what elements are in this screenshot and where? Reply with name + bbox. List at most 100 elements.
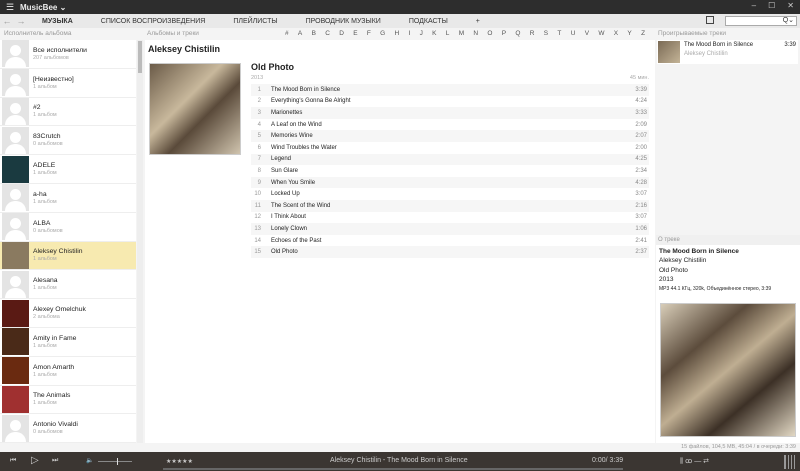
artist-item[interactable]: a-ha 1 альбом [0, 184, 136, 213]
alpha-letter[interactable]: K [432, 28, 436, 40]
alpha-letter[interactable]: P [502, 28, 506, 40]
alpha-letter[interactable]: E [353, 28, 357, 40]
alpha-letter[interactable]: X [614, 28, 618, 40]
tab-music-explorer[interactable]: ПРОВОДНИК МУЗЫКИ [292, 18, 395, 25]
alpha-letter[interactable]: R [530, 28, 535, 40]
alpha-letter[interactable]: M [459, 28, 464, 40]
artist-item[interactable]: ALBA 0 альбомов [0, 213, 136, 242]
albums-header: Альбомы и треки [147, 30, 199, 37]
volume-slider[interactable] [98, 458, 132, 465]
artist-item[interactable]: The Animals 1 альбом [0, 385, 136, 415]
rating-stars[interactable]: ★★★★★ [166, 458, 193, 465]
layout-icon[interactable] [706, 16, 714, 24]
artist-item[interactable]: 83Crutch 0 альбомов [0, 126, 136, 156]
album-count: 1 альбом [33, 256, 57, 263]
tab-podcasts[interactable]: ПОДКАСТЫ [395, 18, 462, 25]
search-input[interactable]: Q⌄ [725, 16, 797, 26]
alpha-letter[interactable]: O [487, 28, 492, 40]
alpha-letter[interactable]: G [380, 28, 385, 40]
alpha-letter[interactable]: Y [627, 28, 631, 40]
artist-item[interactable]: ADELE 1 альбом [0, 155, 136, 184]
maximize-button[interactable]: ☐ [768, 1, 775, 10]
track-title: When You Smile [271, 179, 316, 186]
track-row[interactable]: 6 Wind Troubles the Water 2:00 [251, 142, 649, 154]
app-menu[interactable]: MusicBee ⌄ [20, 3, 66, 12]
alpha-letter[interactable]: C [325, 28, 330, 40]
artist-item[interactable]: Alexey Omelchuk 2 альбома [0, 299, 136, 328]
equalizer-icon[interactable] [784, 455, 796, 469]
track-duration: 2:41 [635, 237, 647, 244]
artist-name: Amon Amarth [33, 363, 75, 371]
track-row[interactable]: 7 Legend 4:25 [251, 153, 649, 166]
close-button[interactable]: ✕ [787, 1, 794, 10]
playback-controls-icons[interactable]: ⫼ ꝏ — ⇄ [680, 457, 709, 466]
artist-list: Все исполнители 207 альбомов [Неизвестно] 1… [0, 40, 136, 444]
alpha-letter[interactable]: F [367, 28, 371, 40]
alpha-letter[interactable]: J [420, 28, 423, 40]
track-row[interactable]: 15 Old Photo 2:37 [251, 246, 649, 258]
progress-bar[interactable] [163, 468, 623, 470]
alpha-letter[interactable]: B [312, 28, 316, 40]
tab-now-playing-list[interactable]: СПИСОК ВОСПРОИЗВЕДЕНИЯ [87, 18, 220, 25]
alpha-letter[interactable]: T [557, 28, 561, 40]
track-row[interactable]: 2 Everything's Gonna Be Alright 4:24 [251, 96, 649, 108]
player-bar: ⏮ ▷ ⏭ 🔈 ★★★★★ Aleksey Chistilin - The Mo… [0, 452, 800, 471]
alpha-letter[interactable]: Z [641, 28, 645, 40]
artist-name: ALBA [33, 219, 51, 227]
alpha-letter[interactable]: I [408, 28, 410, 40]
artist-item[interactable]: Aleksey Chistilin 1 альбом [0, 241, 136, 271]
back-arrow-icon[interactable]: ← [0, 16, 14, 26]
track-row[interactable]: 10 Locked Up 3:07 [251, 188, 649, 200]
search-icon[interactable]: Q⌄ [783, 17, 794, 24]
next-icon[interactable]: ⏭ [52, 457, 58, 465]
alpha-letter[interactable]: A [298, 28, 302, 40]
alpha-letter[interactable]: W [598, 28, 604, 40]
track-row[interactable]: 13 Lonely Clown 1:06 [251, 223, 649, 235]
track-row[interactable]: 3 Marionettes 3:33 [251, 107, 649, 119]
minimize-button[interactable]: – [752, 1, 756, 10]
tab-music[interactable]: МУЗЫКА [28, 18, 87, 25]
track-row[interactable]: 11 The Scent of the Wind 2:16 [251, 199, 649, 212]
alpha-letter[interactable]: N [473, 28, 478, 40]
album-cover[interactable] [149, 63, 241, 155]
tab-playlists[interactable]: ПЛЕЙЛИСТЫ [219, 18, 291, 25]
track-row[interactable]: 8 Sun Glare 2:34 [251, 165, 649, 177]
menu-icon[interactable]: ☰ [0, 2, 20, 13]
now-playing-title: The Mood Born in Silence [684, 42, 754, 48]
album-count: 1 альбом [33, 342, 57, 349]
track-duration: 2:34 [635, 167, 647, 174]
track-row[interactable]: 12 I Think About 3:07 [251, 212, 649, 224]
track-row[interactable]: 4 A Leaf on the Wind 2:09 [251, 119, 649, 131]
track-row[interactable]: 9 When You Smile 4:28 [251, 176, 649, 189]
alpha-letter[interactable]: V [585, 28, 589, 40]
artist-item[interactable]: Alesana 1 альбом [0, 270, 136, 300]
alpha-letter[interactable]: S [544, 28, 548, 40]
track-number: 1 [257, 86, 261, 93]
alpha-letter[interactable]: # [285, 28, 289, 40]
artist-item[interactable]: Все исполнители 207 альбомов [0, 40, 136, 69]
alpha-letter[interactable]: D [339, 28, 344, 40]
add-tab-button[interactable]: + [462, 18, 494, 25]
play-icon[interactable]: ▷ [31, 455, 39, 466]
track-row[interactable]: 1 The Mood Born in Silence 3:39 [251, 84, 649, 96]
volume-icon[interactable]: 🔈 [86, 457, 93, 464]
track-number: 4 [257, 121, 261, 128]
now-playing-item[interactable]: The Mood Born in Silence Aleksey Chistili… [657, 40, 798, 64]
artist-item[interactable]: #2 1 альбом [0, 97, 136, 127]
track-row[interactable]: 14 Echoes of the Past 2:41 [251, 235, 649, 247]
track-row[interactable]: 5 Memories Wine 2:07 [251, 130, 649, 142]
artist-item[interactable]: Amity in Fame 1 альбом [0, 328, 136, 357]
artist-item[interactable]: [Неизвестно] 1 альбом [0, 69, 136, 98]
alpha-letter[interactable]: Q [515, 28, 520, 40]
forward-arrow-icon[interactable]: → [14, 16, 28, 26]
artist-thumbnail [2, 126, 29, 154]
alpha-letter[interactable]: L [446, 28, 450, 40]
artist-name: Antonio Vivaldi [33, 421, 78, 429]
artist-item[interactable]: Amon Amarth 1 альбом [0, 357, 136, 386]
alpha-letter[interactable]: H [394, 28, 399, 40]
scrollbar[interactable] [137, 40, 143, 443]
alpha-letter[interactable]: U [571, 28, 576, 40]
previous-icon[interactable]: ⏮ [10, 457, 16, 465]
about-header: О треке [656, 235, 800, 245]
artist-item[interactable]: Antonio Vivaldi 0 альбомов [0, 414, 136, 444]
